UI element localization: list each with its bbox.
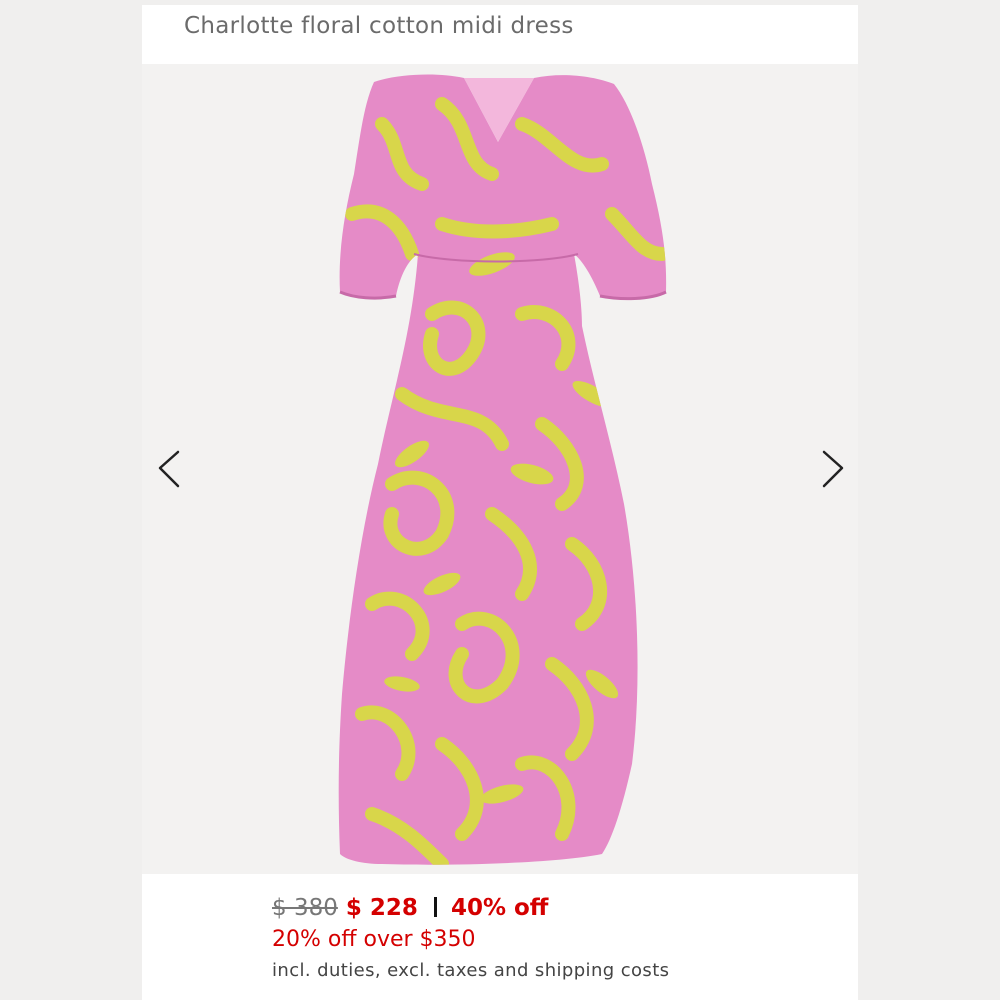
promo-text: 20% off over $350 — [272, 927, 476, 952]
original-price: $ 380 — [272, 895, 338, 921]
sale-price: $ 228 — [345, 895, 418, 921]
chevron-right-icon — [822, 450, 844, 488]
price-line: $ 380 $ 228 40% off — [272, 895, 852, 921]
discount-label: 40% off — [450, 895, 549, 921]
next-image-button[interactable] — [812, 438, 852, 498]
previous-image-button[interactable] — [150, 438, 190, 498]
product-image — [338, 74, 667, 865]
chevron-left-icon — [158, 450, 180, 488]
product-title: Charlotte floral cotton midi dress — [184, 13, 574, 39]
price-block: $ 380 $ 228 40% off 20% off over $350 in… — [272, 895, 852, 981]
product-card: Charlotte floral cotton midi dress $ 380… — [142, 5, 858, 1000]
product-image-gallery[interactable] — [142, 64, 858, 874]
price-separator — [433, 897, 437, 917]
price-note: incl. duties, excl. taxes and shipping c… — [272, 960, 670, 981]
